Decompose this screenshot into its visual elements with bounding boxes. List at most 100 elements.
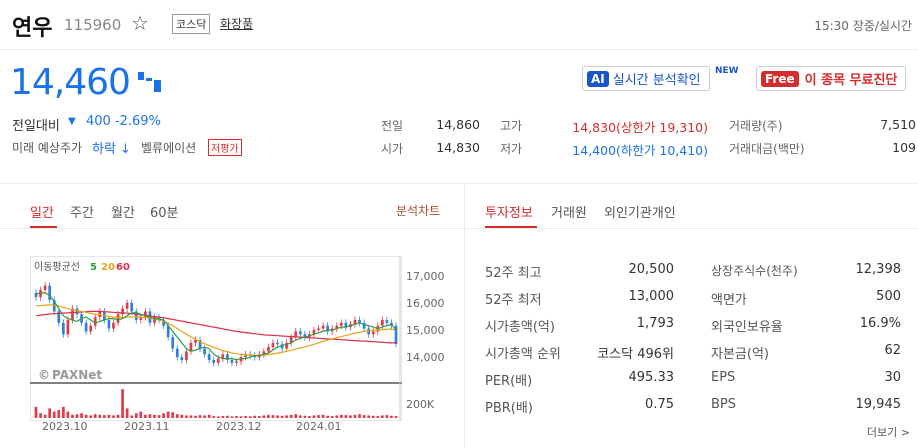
future-price-value[interactable]: 하락 ↓ (92, 138, 131, 157)
volume-bar (294, 414, 298, 418)
sector-link[interactable]: 화장품 (220, 15, 253, 32)
volume-bar (280, 415, 284, 418)
amount-label: 거래대금(백만) (729, 142, 805, 156)
down-arrow-icon: ▼ (68, 116, 76, 127)
candle-body (43, 285, 47, 290)
tab-invest-info[interactable]: 투자정보 (485, 202, 533, 221)
tab-daily[interactable]: 일간 (30, 202, 54, 221)
volume-bar (107, 414, 111, 418)
volume-bar (257, 416, 261, 418)
invest-value: 0.75 (645, 397, 674, 412)
volume-bar (358, 414, 361, 418)
volume-bar (130, 415, 134, 418)
volume-bar (390, 415, 393, 418)
tab-60min[interactable]: 60분 (150, 202, 179, 221)
prev-close-label: 전일 (381, 119, 404, 133)
tab-weekly[interactable]: 주간 (70, 202, 94, 221)
divider (464, 184, 465, 448)
candle-body (385, 320, 389, 323)
x-tick-label: 2023.11 (124, 420, 170, 433)
invest-value: 500 (876, 289, 901, 304)
volume-bar (216, 416, 220, 418)
divider (0, 49, 918, 50)
candle-body (212, 360, 216, 363)
candle-body (298, 331, 302, 335)
volume-bar (93, 414, 97, 418)
volume-bar (371, 415, 375, 418)
volume-bar (376, 416, 380, 418)
invest-value: 12,398 (855, 262, 902, 277)
tab-broker[interactable]: 거래원 (551, 202, 587, 221)
free-text: 이 종목 무료진단 (804, 73, 898, 88)
volume-bar (203, 415, 206, 418)
volume-bar (339, 414, 343, 418)
high-value: 14,830(상한가 19,310) (572, 120, 708, 135)
candle-body (61, 322, 65, 335)
candle-body (207, 354, 211, 360)
volume-bar (57, 410, 61, 418)
invest-label: PBR(배) (485, 401, 533, 416)
ai-analysis-button[interactable]: AI 실시간 분석확인 (582, 66, 710, 91)
volume-bar (112, 415, 115, 418)
candle-body (84, 322, 88, 332)
volume-bar (144, 414, 147, 418)
ma-legend-title: 이동평균선 (34, 261, 80, 273)
invest-label: BPS (711, 397, 737, 412)
candle-body (171, 337, 175, 349)
volume-bar (61, 406, 65, 418)
candle-body (380, 320, 384, 326)
volume-bar (285, 415, 288, 418)
volume-bar (71, 414, 74, 418)
invest-label: PER(배) (485, 374, 533, 389)
paxnet-watermark: © (38, 368, 50, 382)
volume-bar (84, 414, 88, 418)
volume-bar (298, 415, 302, 418)
volume-bar (248, 416, 252, 418)
invest-value: 1,793 (636, 316, 674, 331)
candle-body (203, 348, 206, 355)
volume-bar (235, 416, 238, 418)
volume-bar (134, 413, 138, 418)
invest-label: 52주 최고 (485, 266, 542, 281)
price-chart[interactable]: 이동평균선 5 20 60 © PAXNet (30, 256, 402, 421)
volume-bar (48, 408, 52, 418)
low-value: 14,400(하한가 10,410) (572, 143, 708, 158)
free-diagnosis-button[interactable]: Free 이 종목 무료진단 (756, 66, 907, 91)
favorite-star-icon[interactable]: ☆ (131, 11, 149, 35)
volume-bar (394, 416, 398, 418)
volume-tick-label: 200K (406, 398, 435, 411)
volume-bar (317, 415, 320, 418)
tab-monthly[interactable]: 월간 (111, 202, 135, 221)
volume-bar (198, 415, 202, 418)
invest-label: 52주 최저 (485, 293, 542, 308)
candle-body (66, 320, 70, 335)
volume-bar (166, 411, 170, 418)
open-label: 시가 (381, 142, 404, 156)
future-price-label: 미래 예상주가 (12, 141, 83, 155)
tab-foreign-institution[interactable]: 외인기관개인 (604, 202, 676, 221)
y-tick-label: 14,000 (406, 351, 445, 364)
candle-body (230, 360, 234, 363)
volume-bar (349, 415, 352, 418)
volume-bar (148, 414, 152, 418)
volume-bar (312, 415, 316, 418)
invest-value: 19,945 (855, 397, 902, 412)
valuation-badge: 저평가 (208, 139, 242, 156)
volume-bar (34, 406, 38, 418)
analysis-chart-link[interactable]: 분석차트 (396, 202, 440, 219)
open-value: 14,830 (436, 140, 480, 155)
volume-bar (362, 415, 366, 418)
invest-label: 시가총액(억) (485, 320, 555, 335)
volume-bar (171, 412, 175, 418)
candle-body (371, 331, 375, 335)
candle-body (130, 302, 134, 312)
volume-bar (353, 414, 357, 418)
volume-bar (189, 415, 193, 418)
volume-bar (262, 415, 266, 418)
volume-bar (212, 416, 216, 418)
volume-label: 거래량(주) (729, 119, 783, 133)
more-link[interactable]: 더보기 > (867, 424, 910, 440)
volume-bar (221, 416, 225, 418)
change-value: 400 -2.69% (86, 114, 161, 129)
volume-bar (103, 415, 106, 418)
